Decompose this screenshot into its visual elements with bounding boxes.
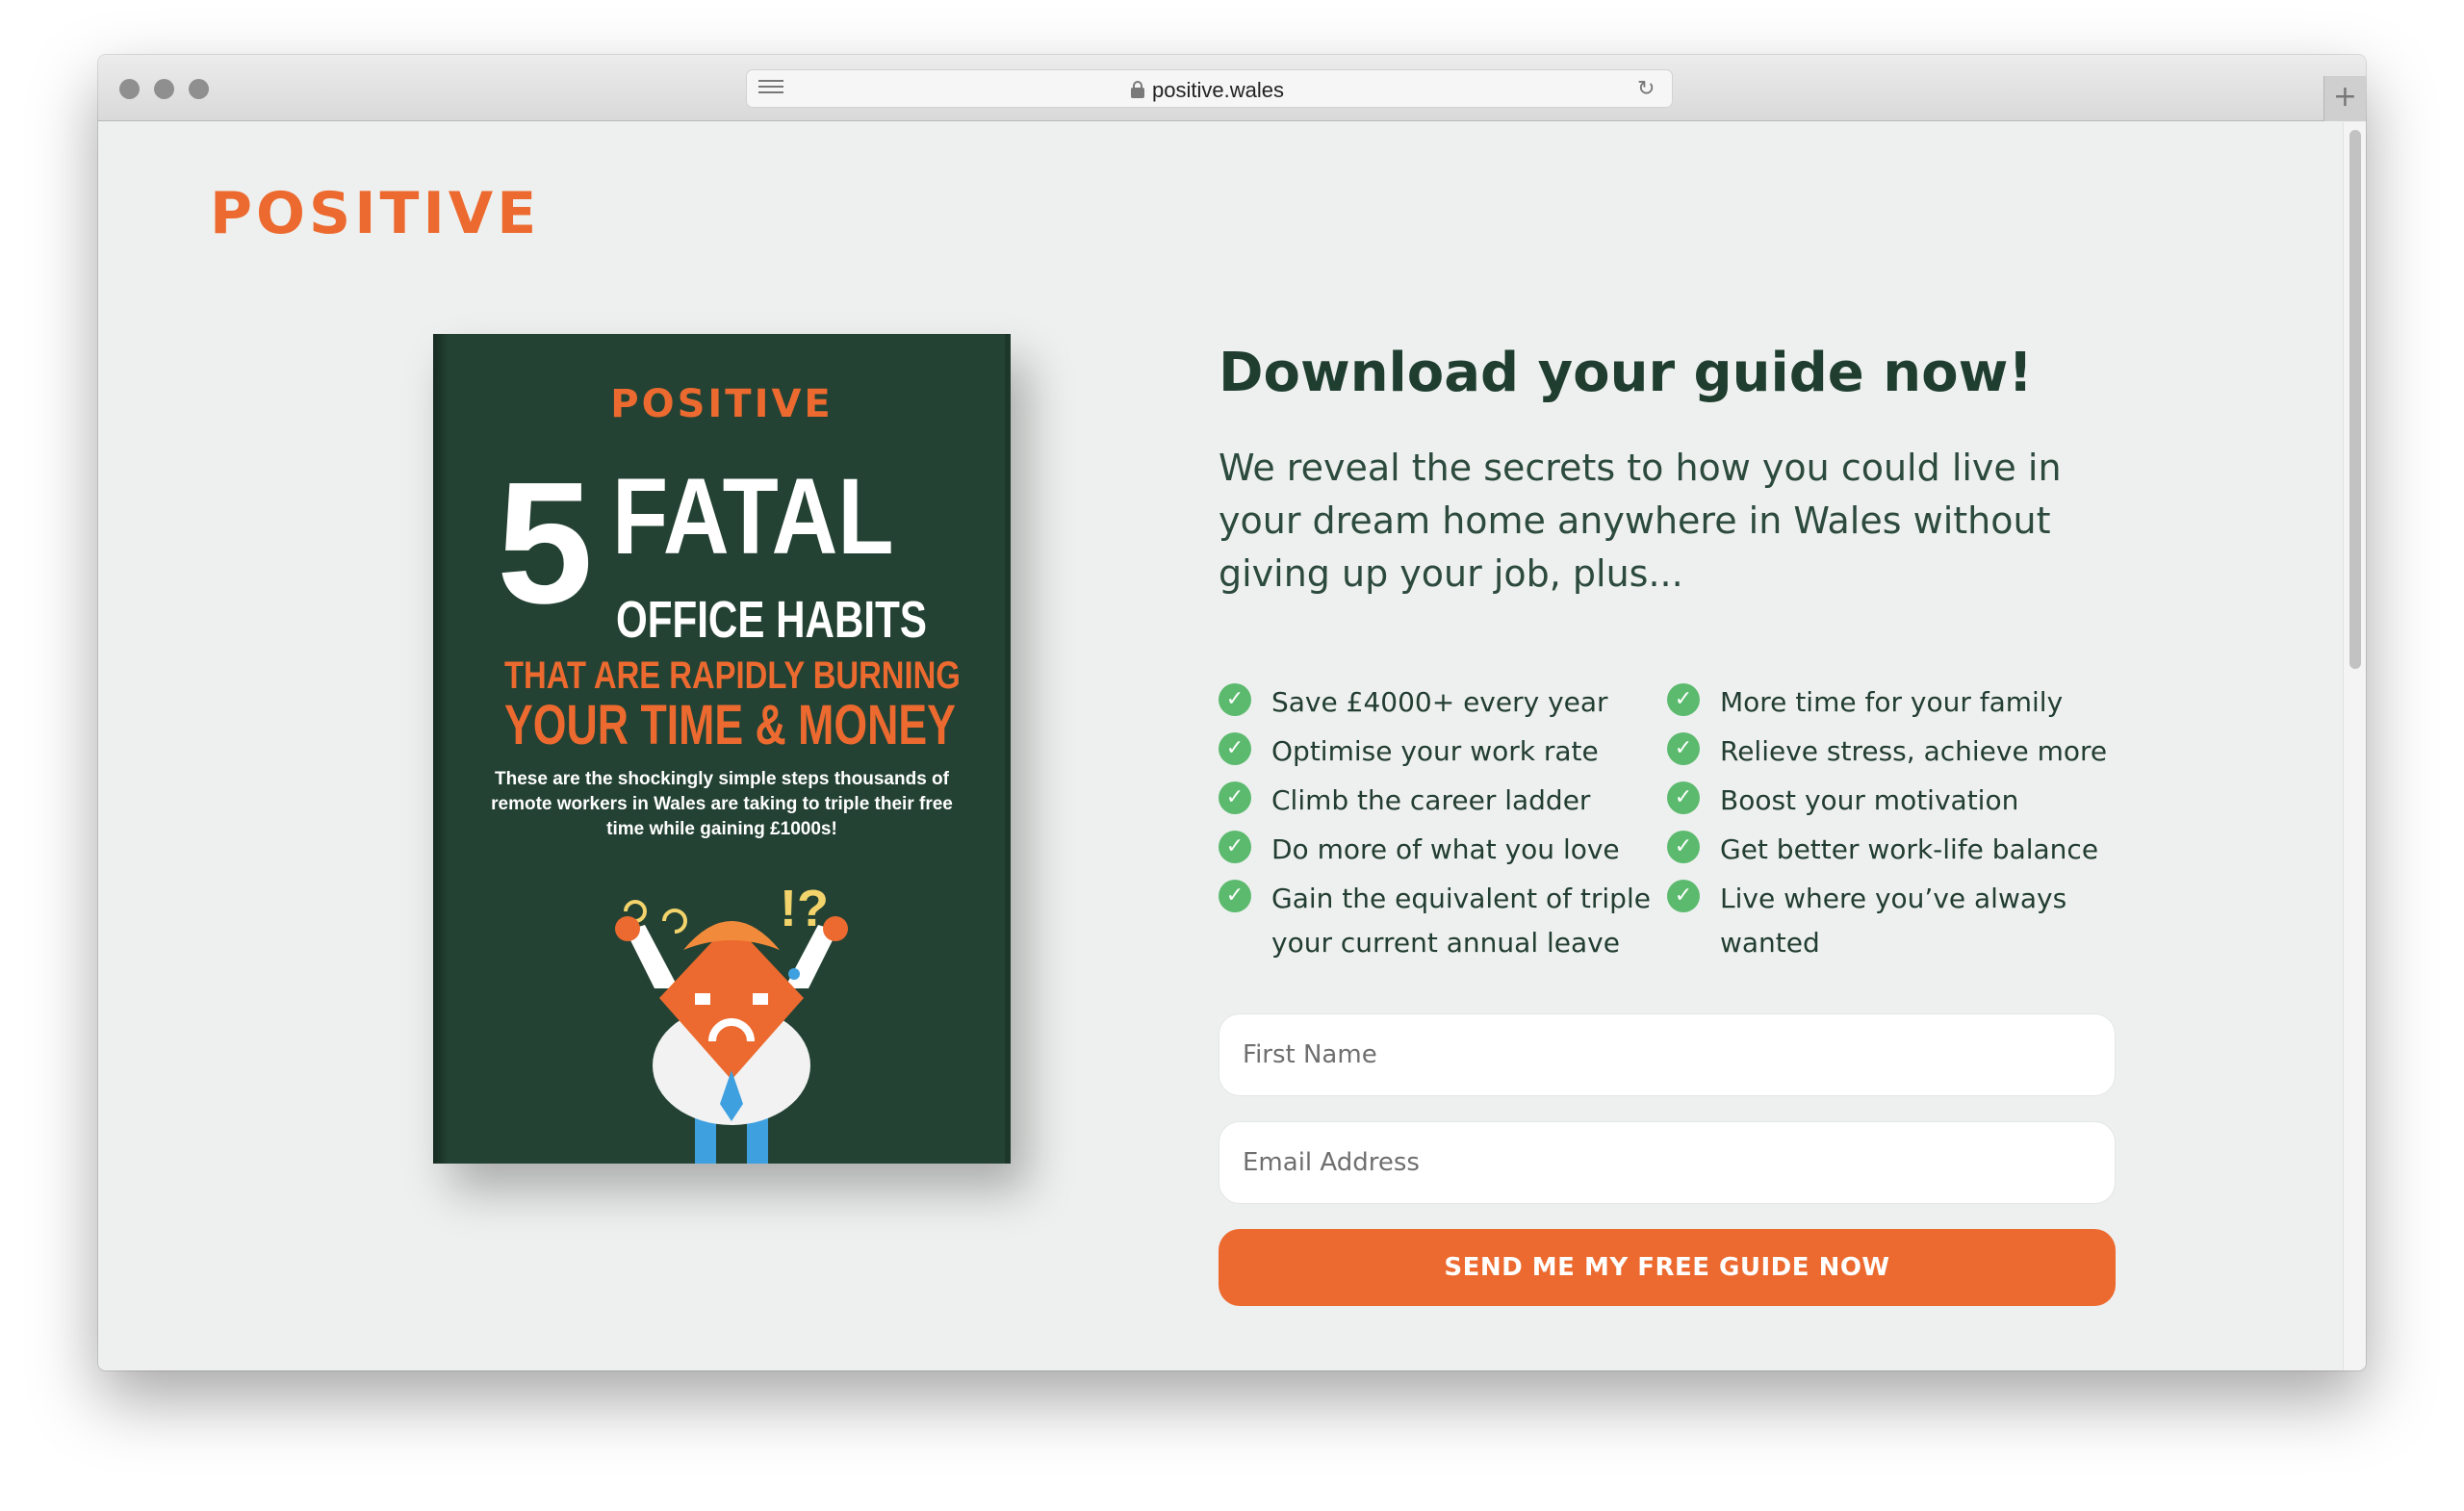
guide-book-cover: POSITIVE 5 FATAL OFFICE HABITS THAT ARE … [433,334,1011,1164]
site-logo[interactable]: POSITIVE [210,180,540,247]
stressed-worker-illustration: !? [615,880,848,1164]
benefit-item: ✓ Climb the career ladder [1219,779,1671,823]
plus-icon[interactable]: + [2323,76,2366,121]
book-number: 5 [497,447,594,640]
browser-titlebar: positive.wales ↻ + [98,55,2366,121]
benefit-item: ✓ Boost your motivation [1667,779,2119,823]
browser-window: positive.wales ↻ + POSITIVE POSITIVE 5 F… [98,55,2366,1370]
check-circle-icon: ✓ [1667,831,1700,863]
email-address-input[interactable] [1219,1121,2116,1204]
page-headline: Download your guide now! [1219,342,2033,404]
book-subtitle-line2: YOUR TIME & MONEY [504,694,956,756]
benefit-item: ✓ Do more of what you love [1219,828,1671,872]
benefits-column-left: ✓ Save £4000+ every year ✓ Optimise your w… [1219,680,1671,970]
reload-icon[interactable]: ↻ [1637,79,1658,100]
check-circle-icon: ✓ [1219,781,1251,814]
benefit-label: Boost your motivation [1720,784,2019,816]
benefit-item: ✓ Live where you’ve always wanted [1667,877,2119,965]
benefit-label: Relieve stress, achieve more [1720,735,2108,767]
send-guide-button[interactable]: SEND ME MY FREE GUIDE NOW [1219,1229,2116,1306]
check-circle-icon: ✓ [1667,683,1700,716]
benefit-label: Live where you’ve always wanted [1720,883,2067,959]
check-circle-icon: ✓ [1667,880,1700,912]
check-circle-icon: ✓ [1219,831,1251,863]
benefit-item: ✓ Optimise your work rate [1219,730,1671,774]
benefit-item: ✓ More time for your family [1667,680,2119,725]
check-circle-icon: ✓ [1219,683,1251,716]
benefit-item: ✓ Gain the equivalent of triple your curr… [1219,877,1671,965]
book-title-line1: FATAL [612,456,894,576]
url-text[interactable]: positive.wales [1152,78,1284,103]
book-spine [433,334,449,1164]
first-name-input[interactable] [1219,1013,2116,1096]
check-circle-icon: ✓ [1219,732,1251,765]
check-circle-icon: ✓ [1667,781,1700,814]
lock-icon [1131,81,1144,98]
check-circle-icon: ✓ [1219,880,1251,912]
scrollbar-thumb[interactable] [2349,130,2361,669]
check-circle-icon: ✓ [1667,732,1700,765]
benefit-label: Get better work-life balance [1720,833,2099,865]
page-scrollbar[interactable] [2343,122,2366,1370]
page-viewport: POSITIVE POSITIVE 5 FATAL OFFICE HABITS … [98,122,2343,1370]
benefit-item: ✓ Save £4000+ every year [1219,680,1671,725]
zoom-window-button[interactable] [189,79,209,99]
benefit-item: ✓ Get better work-life balance [1667,828,2119,872]
address-bar[interactable]: positive.wales ↻ [746,69,1673,108]
benefit-label: Do more of what you love [1271,833,1620,865]
benefit-label: Save £4000+ every year [1271,686,1608,718]
close-window-button[interactable] [119,79,140,99]
benefit-label: More time for your family [1720,686,2064,718]
reader-icon[interactable] [758,80,783,99]
minimize-window-button[interactable] [154,79,174,99]
benefit-item: ✓ Relieve stress, achieve more [1667,730,2119,774]
book-blurb: These are the shockingly simple steps th… [491,769,953,839]
book-logo: POSITIVE [610,382,834,426]
intro-text: We reveal the secrets to how you could l… [1219,447,2062,595]
benefit-label: Gain the equivalent of triple your curre… [1271,883,1651,959]
benefits-column-right: ✓ More time for your family ✓ Relieve stre… [1667,680,2119,970]
benefit-label: Climb the career ladder [1271,784,1591,816]
benefit-label: Optimise your work rate [1271,735,1599,767]
book-title-line2: OFFICE HABITS [616,591,927,649]
book-subtitle-line1: THAT ARE RAPIDLY BURNING [504,654,961,697]
